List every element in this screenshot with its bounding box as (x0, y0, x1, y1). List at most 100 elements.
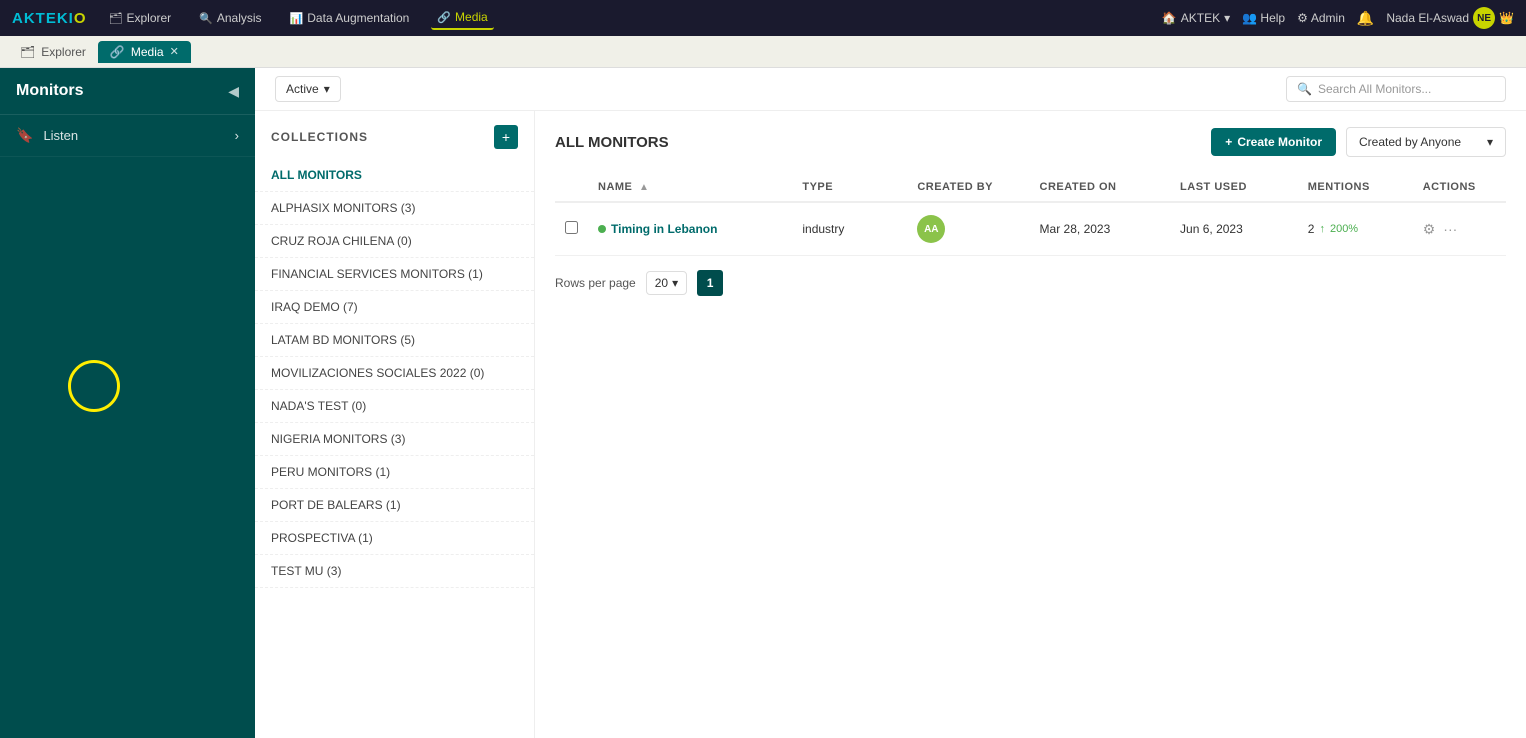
sidebar-collapse-btn[interactable]: ◀ (228, 83, 239, 100)
table-header: NAME ▲ TYPE CREATED BY CREATED ON LAST U… (555, 173, 1506, 202)
row-mentions-cell: 2 ↑ 200% (1298, 202, 1413, 256)
collection-item-cruz[interactable]: CRUZ ROJA CHILENA (0) (255, 225, 534, 258)
collection-item-testmu-label: TEST MU (3) (271, 564, 341, 578)
search-icon: 🔍 (1297, 82, 1312, 96)
monitors-main: ALL MONITORS + Create Monitor Created by… (535, 111, 1526, 738)
col-header-name[interactable]: NAME ▲ (588, 173, 792, 202)
sidebar-header: Monitors ◀ (0, 68, 255, 115)
collection-item-all[interactable]: ALL MONITORS (255, 159, 534, 192)
search-placeholder: Search All Monitors... (1318, 82, 1431, 96)
logo-highlight: EKI (46, 10, 74, 27)
aktek-label: AKTEK (1181, 11, 1220, 25)
row-checkbox[interactable] (565, 221, 578, 234)
tab-media-label: Media (131, 45, 164, 59)
explorer-icon: 🗂 (109, 12, 123, 25)
collection-item-prospectiva-label: PROSPECTIVA (1) (271, 531, 373, 545)
more-actions-icon[interactable]: ··· (1443, 221, 1457, 237)
monitor-active-dot (598, 225, 606, 233)
user-name: Nada El-Aswad (1386, 11, 1469, 25)
table-row: Timing in Lebanon industry AA (555, 202, 1506, 256)
collection-item-testmu[interactable]: TEST MU (3) (255, 555, 534, 588)
col-header-mentions: MENTIONS (1298, 173, 1413, 202)
top-nav-right: 🏠 AKTEK ▾ 👥 Help ⚙ Admin 🔔 Nada El-Aswad… (1162, 7, 1514, 29)
nav-media-label: Media (455, 10, 488, 24)
collection-item-iraq-label: IRAQ DEMO (7) (271, 300, 358, 314)
collection-item-iraq[interactable]: IRAQ DEMO (7) (255, 291, 534, 324)
tab-close-icon[interactable]: ✕ (170, 45, 179, 58)
nav-data-augmentation[interactable]: 📊 Data Augmentation (284, 7, 416, 29)
collection-item-latam[interactable]: LATAM BD MONITORS (5) (255, 324, 534, 357)
table-body: Timing in Lebanon industry AA (555, 202, 1506, 256)
collection-item-alphasix[interactable]: ALPHASIX MONITORS (3) (255, 192, 534, 225)
row-last-used-cell: Jun 6, 2023 (1170, 202, 1298, 256)
nav-analysis[interactable]: 🔍 Analysis (193, 7, 267, 29)
nav-explorer[interactable]: 🗂 Explorer (103, 7, 178, 29)
create-monitor-btn[interactable]: + Create Monitor (1211, 128, 1336, 156)
admin-label: Admin (1311, 11, 1345, 25)
collection-item-nigeria[interactable]: NIGERIA MONITORS (3) (255, 423, 534, 456)
monitor-name-link[interactable]: Timing in Lebanon (598, 222, 782, 236)
content-topbar: Active ▾ 🔍 Search All Monitors... (255, 68, 1526, 111)
collection-item-financial[interactable]: FINANCIAL SERVICES MONITORS (1) (255, 258, 534, 291)
search-box[interactable]: 🔍 Search All Monitors... (1286, 76, 1506, 102)
active-filter-label: Active (286, 82, 319, 96)
help-btn[interactable]: 👥 Help (1242, 11, 1285, 25)
tab-explorer[interactable]: 🗂 Explorer (8, 41, 98, 63)
crown-icon: 👑 (1499, 11, 1514, 25)
rows-per-page-select[interactable]: 20 ▾ (646, 271, 687, 295)
settings-action-icon[interactable]: ⚙ (1423, 221, 1436, 238)
col-name-label: NAME (598, 181, 632, 193)
aktek-home-btn[interactable]: 🏠 AKTEK ▾ (1162, 11, 1230, 25)
admin-btn[interactable]: ⚙ Admin (1297, 11, 1345, 25)
collection-item-peru[interactable]: PERU MONITORS (1) (255, 456, 534, 489)
tab-explorer-label: Explorer (41, 45, 86, 59)
home-icon: 🏠 (1162, 11, 1177, 25)
top-nav: AKTEKIO 🗂 Explorer 🔍 Analysis 📊 Data Aug… (0, 0, 1526, 36)
row-created-by-cell: AA (907, 202, 1029, 256)
user-avatar-small: NE (1473, 7, 1495, 29)
row-actions-cell: ⚙ ··· (1413, 202, 1506, 256)
active-filter-btn[interactable]: Active ▾ (275, 76, 341, 102)
nav-data-aug-label: Data Augmentation (307, 11, 409, 25)
col-header-type: TYPE (792, 173, 907, 202)
page-number-btn[interactable]: 1 (697, 270, 723, 296)
tab-media[interactable]: 🔗 Media ✕ (98, 41, 191, 63)
monitors-top-bar: ALL MONITORS + Create Monitor Created by… (555, 127, 1506, 157)
created-on-date: Mar 28, 2023 (1040, 222, 1111, 236)
collection-item-peru-label: PERU MONITORS (1) (271, 465, 390, 479)
row-created-on-cell: Mar 28, 2023 (1030, 202, 1171, 256)
sort-icon: ▲ (639, 182, 649, 193)
create-monitor-plus-icon: + (1225, 135, 1232, 149)
actions-container: ⚙ ··· (1423, 221, 1496, 238)
collections-panel: COLLECTIONS + ALL MONITORS ALPHASIX MONI… (255, 111, 535, 738)
add-collection-icon: + (502, 129, 510, 145)
media-icon: 🔗 (437, 11, 451, 24)
row-checkbox-cell[interactable] (555, 202, 588, 256)
mentions-count: 2 (1308, 222, 1315, 236)
help-icon: 👥 (1242, 11, 1257, 25)
filter-chevron-icon: ▾ (324, 82, 330, 96)
sidebar-item-listen-label: Listen (43, 128, 78, 143)
collection-item-financial-label: FINANCIAL SERVICES MONITORS (1) (271, 267, 483, 281)
nav-media[interactable]: 🔗 Media (431, 6, 493, 30)
col-header-actions: ACTIONS (1413, 173, 1506, 202)
last-used-date: Jun 6, 2023 (1180, 222, 1243, 236)
collection-item-port[interactable]: PORT DE BALEARS (1) (255, 489, 534, 522)
monitors-actions: + Create Monitor Created by Anyone ▾ (1211, 127, 1506, 157)
collection-item-all-label: ALL MONITORS (271, 168, 362, 182)
collection-item-nadas[interactable]: NADA'S TEST (0) (255, 390, 534, 423)
collection-item-prospectiva[interactable]: PROSPECTIVA (1) (255, 522, 534, 555)
collection-item-cruz-label: CRUZ ROJA CHILENA (0) (271, 234, 412, 248)
sidebar-item-listen[interactable]: 🔖 Listen › (0, 115, 255, 157)
collection-item-movilizaciones[interactable]: MOVILIZACIONES SOCIALES 2022 (0) (255, 357, 534, 390)
content-area: Active ▾ 🔍 Search All Monitors... COLLEC… (255, 68, 1526, 738)
rows-per-page-value: 20 (655, 276, 668, 290)
trend-up-icon: ↑ (1319, 223, 1325, 235)
add-collection-btn[interactable]: + (494, 125, 518, 149)
sidebar-title: Monitors (16, 82, 84, 100)
user-initials: NE (1477, 13, 1491, 24)
notifications-btn[interactable]: 🔔 (1357, 10, 1374, 27)
logo-o: O (74, 10, 87, 27)
created-by-btn[interactable]: Created by Anyone ▾ (1346, 127, 1506, 157)
user-btn[interactable]: Nada El-Aswad NE 👑 (1386, 7, 1514, 29)
